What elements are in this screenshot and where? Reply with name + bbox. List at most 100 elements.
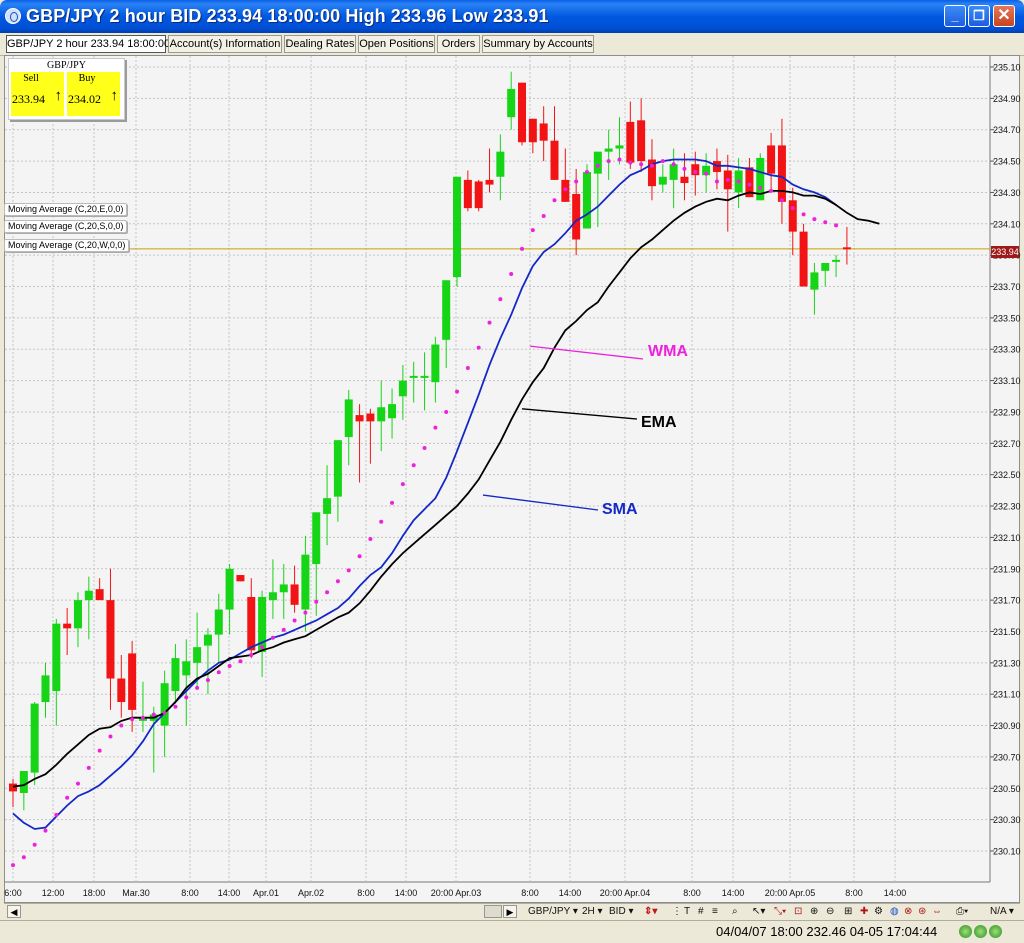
- wma-dot: [790, 206, 795, 211]
- wma-dot: [151, 712, 156, 717]
- scroll-thumb[interactable]: [484, 905, 502, 918]
- wma-dot: [541, 213, 546, 218]
- candle-bull: [582, 172, 591, 229]
- wma-dot: [173, 704, 178, 709]
- candle-bear: [9, 783, 17, 792]
- candle-bull: [669, 164, 678, 180]
- y-tick-label: 234.50: [993, 157, 1021, 167]
- candle-bear: [518, 82, 527, 143]
- wma-dot: [476, 345, 481, 350]
- candle-bull: [52, 623, 61, 692]
- y-tick-label: 234.70: [993, 125, 1021, 135]
- cursor-icon[interactable]: ↖▾: [752, 904, 765, 919]
- candle-bear: [463, 179, 472, 209]
- zoom-in-icon[interactable]: ⊕: [810, 904, 818, 919]
- wma-dot: [11, 863, 15, 868]
- wma-dot: [140, 715, 145, 720]
- wma-dot: [379, 519, 384, 524]
- candle-bull: [182, 661, 191, 676]
- y-tick-label: 230.90: [993, 721, 1021, 731]
- wma-dot: [184, 695, 189, 700]
- candle-bear: [767, 145, 776, 174]
- wma-dot: [595, 163, 600, 168]
- fibonacci-icon[interactable]: ⊞: [844, 904, 852, 919]
- candle-bull: [388, 404, 397, 419]
- candle-bull: [658, 176, 667, 185]
- buy-up-arrow-icon: ↑: [110, 88, 119, 104]
- wma-dot: [465, 366, 470, 371]
- scroll-right-button[interactable]: ▶: [503, 905, 517, 918]
- price-chart[interactable]: 235.10 234.90 234.70 234.50 234.30 234.10 233.…: [0, 0, 1024, 942]
- candle-bull: [30, 703, 39, 773]
- alert-icon[interactable]: ⊗: [904, 904, 912, 919]
- candle-bull: [312, 512, 321, 565]
- zoom-icon[interactable]: ⌕: [732, 904, 738, 919]
- period-dropdown[interactable]: 2H ▾: [582, 904, 603, 919]
- signal-icon[interactable]: ◍: [890, 904, 899, 919]
- zoom-out-icon[interactable]: ⊖: [826, 904, 834, 919]
- marker-icon[interactable]: ⊛: [918, 904, 926, 919]
- candle-bull: [420, 375, 429, 378]
- wma-dot: [65, 795, 70, 800]
- wma-dot: [725, 177, 730, 182]
- candle-bear: [528, 118, 537, 143]
- sell-label: Sell: [23, 73, 39, 84]
- chart-toolbar: ◀ ▶ GBP/JPY ▾ 2H ▾ BID ▾ ⇕▾ ⋮ T # ≡ ⌕ ↖▾…: [4, 903, 1020, 920]
- wma-dot: [249, 653, 254, 657]
- x-tick-label: 6:00: [4, 888, 22, 898]
- na-dropdown[interactable]: N/A ▾: [990, 904, 1014, 919]
- candle-bull: [593, 151, 602, 174]
- y-tick-label: 234.10: [993, 219, 1021, 229]
- buy-value: 234.02: [68, 92, 101, 106]
- x-tick-label: 20:00 Apr.04: [600, 888, 651, 898]
- draw-line-icon[interactable]: ⋮: [672, 904, 682, 919]
- server-status-icon: [989, 925, 1002, 938]
- grid-icon[interactable]: #: [698, 904, 704, 919]
- indicator-icon[interactable]: ✚: [860, 904, 868, 919]
- buy-label: Buy: [78, 73, 96, 84]
- x-tick-label: 8:00: [357, 888, 375, 898]
- dealing-rate-box: GBP/JPY Sell 233.94 ↑ Buy 234.02 ↑: [8, 58, 125, 120]
- indicator-tag-wma[interactable]: Moving Average (C,20,W,0,0): [4, 239, 130, 252]
- y-tick-label: 232.10: [993, 533, 1021, 543]
- sell-rate-button[interactable]: Sell 233.94 ↑: [11, 72, 64, 116]
- price-feed-status-icon: [974, 925, 987, 938]
- candle-type-icon[interactable]: ⇕▾: [644, 904, 657, 919]
- wma-dot: [119, 723, 124, 728]
- wma-dot: [704, 171, 709, 176]
- y-tick-label: 230.50: [993, 784, 1021, 794]
- scroll-left-button[interactable]: ◀: [7, 905, 21, 918]
- x-tick-label: 14:00: [722, 888, 745, 898]
- pan-icon[interactable]: ⊡: [794, 904, 802, 919]
- indicator-tag-ema[interactable]: Moving Average (C,20,E,0,0): [4, 203, 128, 216]
- arrows-icon[interactable]: ⇔: [932, 904, 942, 919]
- candle-bull: [832, 259, 841, 262]
- indicator-tag-sma[interactable]: Moving Average (C,20,S,0,0): [4, 220, 128, 233]
- y-tick-label: 230.70: [993, 752, 1021, 762]
- wma-dot: [335, 579, 340, 584]
- current-price-tag: 233.94: [991, 246, 1019, 258]
- candle-bull: [214, 609, 223, 635]
- wma-dot: [108, 734, 113, 739]
- y-tick-label: 235.10: [993, 63, 1021, 73]
- wma-dot: [617, 157, 622, 162]
- candle-bear: [777, 145, 786, 202]
- text-icon[interactable]: T: [684, 904, 690, 919]
- price-type-dropdown[interactable]: BID ▾: [609, 904, 633, 919]
- crosshair-icon[interactable]: ⤡▾: [774, 904, 786, 919]
- buy-rate-button[interactable]: Buy 234.02 ↑: [67, 72, 120, 116]
- oscillator-icon[interactable]: ⚙: [874, 904, 883, 919]
- sma-series-label: SMA: [602, 501, 638, 518]
- wma-dot: [205, 678, 210, 683]
- lines-icon[interactable]: ≡: [712, 904, 718, 919]
- wma-dot: [639, 162, 644, 167]
- print-icon[interactable]: ⎙▾: [956, 904, 968, 919]
- wma-dot: [563, 187, 568, 192]
- wma-dot: [43, 828, 48, 833]
- x-tick-label: 14:00: [884, 888, 907, 898]
- wma-dot: [303, 610, 308, 615]
- x-tick-label: 8:00: [521, 888, 539, 898]
- symbol-dropdown[interactable]: GBP/JPY ▾: [528, 904, 578, 919]
- wma-dot: [736, 179, 741, 184]
- status-readout: 04/04/07 18:00 232.46 04-05 17:04:44: [716, 924, 938, 939]
